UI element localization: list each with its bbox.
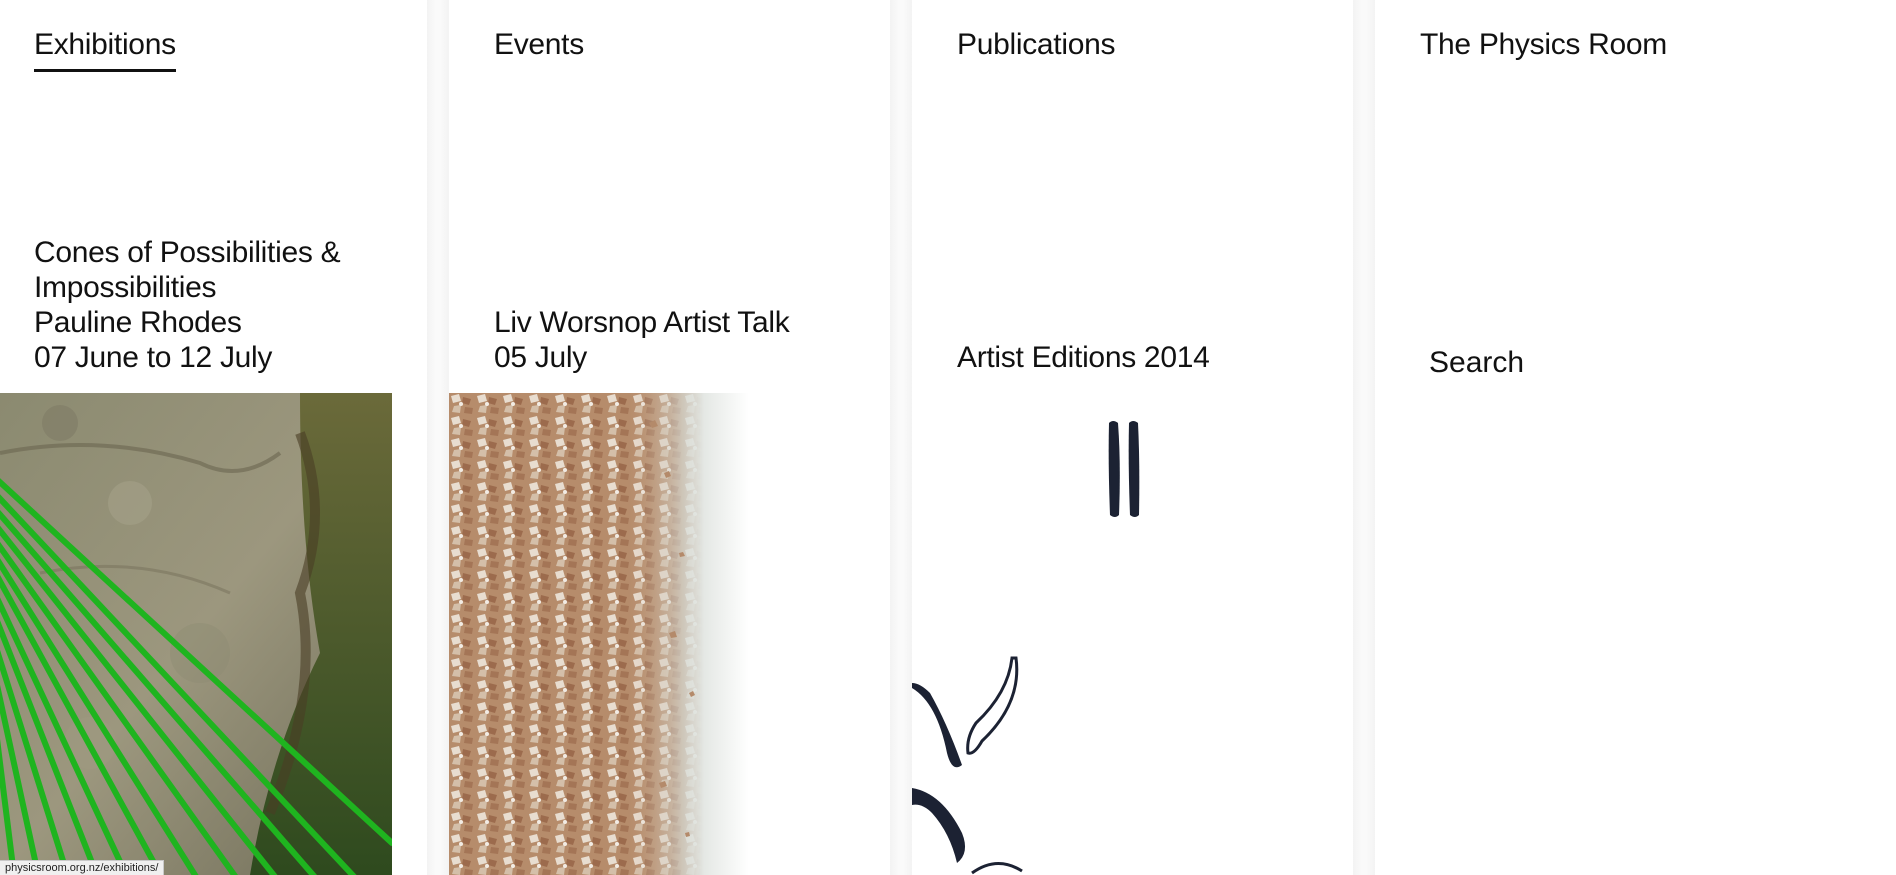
- exhibition-dates: 07 June to 12 July: [34, 341, 273, 374]
- events-column: Events Liv Worsnop Artist Talk 05 July: [449, 0, 890, 875]
- exhibition-image[interactable]: physicsroom.org.nz/exhibitions/: [0, 393, 392, 875]
- publication-feature[interactable]: Artist Editions 2014: [957, 340, 1210, 375]
- search-link[interactable]: Search: [1429, 346, 1524, 380]
- column-divider: [890, 0, 912, 875]
- physics-room-column: The Physics Room Search: [1375, 0, 1896, 875]
- column-divider: [427, 0, 449, 875]
- exhibition-artist: Pauline Rhodes: [34, 306, 242, 339]
- publication-image[interactable]: [912, 393, 1353, 875]
- event-feature[interactable]: Liv Worsnop Artist Talk 05 July: [494, 305, 790, 375]
- status-bar-url: physicsroom.org.nz/exhibitions/: [0, 860, 165, 875]
- publication-title: Artist Editions 2014: [957, 341, 1210, 374]
- nav-publications-link[interactable]: Publications: [957, 28, 1115, 62]
- exhibition-title-line2: Impossibilities: [34, 271, 217, 304]
- exhibition-title-line1: Cones of Possibilities &: [34, 236, 341, 269]
- exhibition-feature[interactable]: Cones of Possibilities & Impossibilities…: [34, 235, 341, 375]
- event-title: Liv Worsnop Artist Talk: [494, 306, 790, 339]
- event-image[interactable]: [449, 393, 749, 875]
- nav-physics-room-link[interactable]: The Physics Room: [1420, 28, 1667, 62]
- column-divider: [1353, 0, 1375, 875]
- nav-events-link[interactable]: Events: [494, 28, 584, 62]
- publications-column: Publications Artist Editions 2014: [912, 0, 1353, 875]
- event-date: 05 July: [494, 341, 587, 374]
- exhibitions-column: Exhibitions Cones of Possibilities & Imp…: [0, 0, 427, 875]
- nav-exhibitions-link[interactable]: Exhibitions: [34, 28, 176, 72]
